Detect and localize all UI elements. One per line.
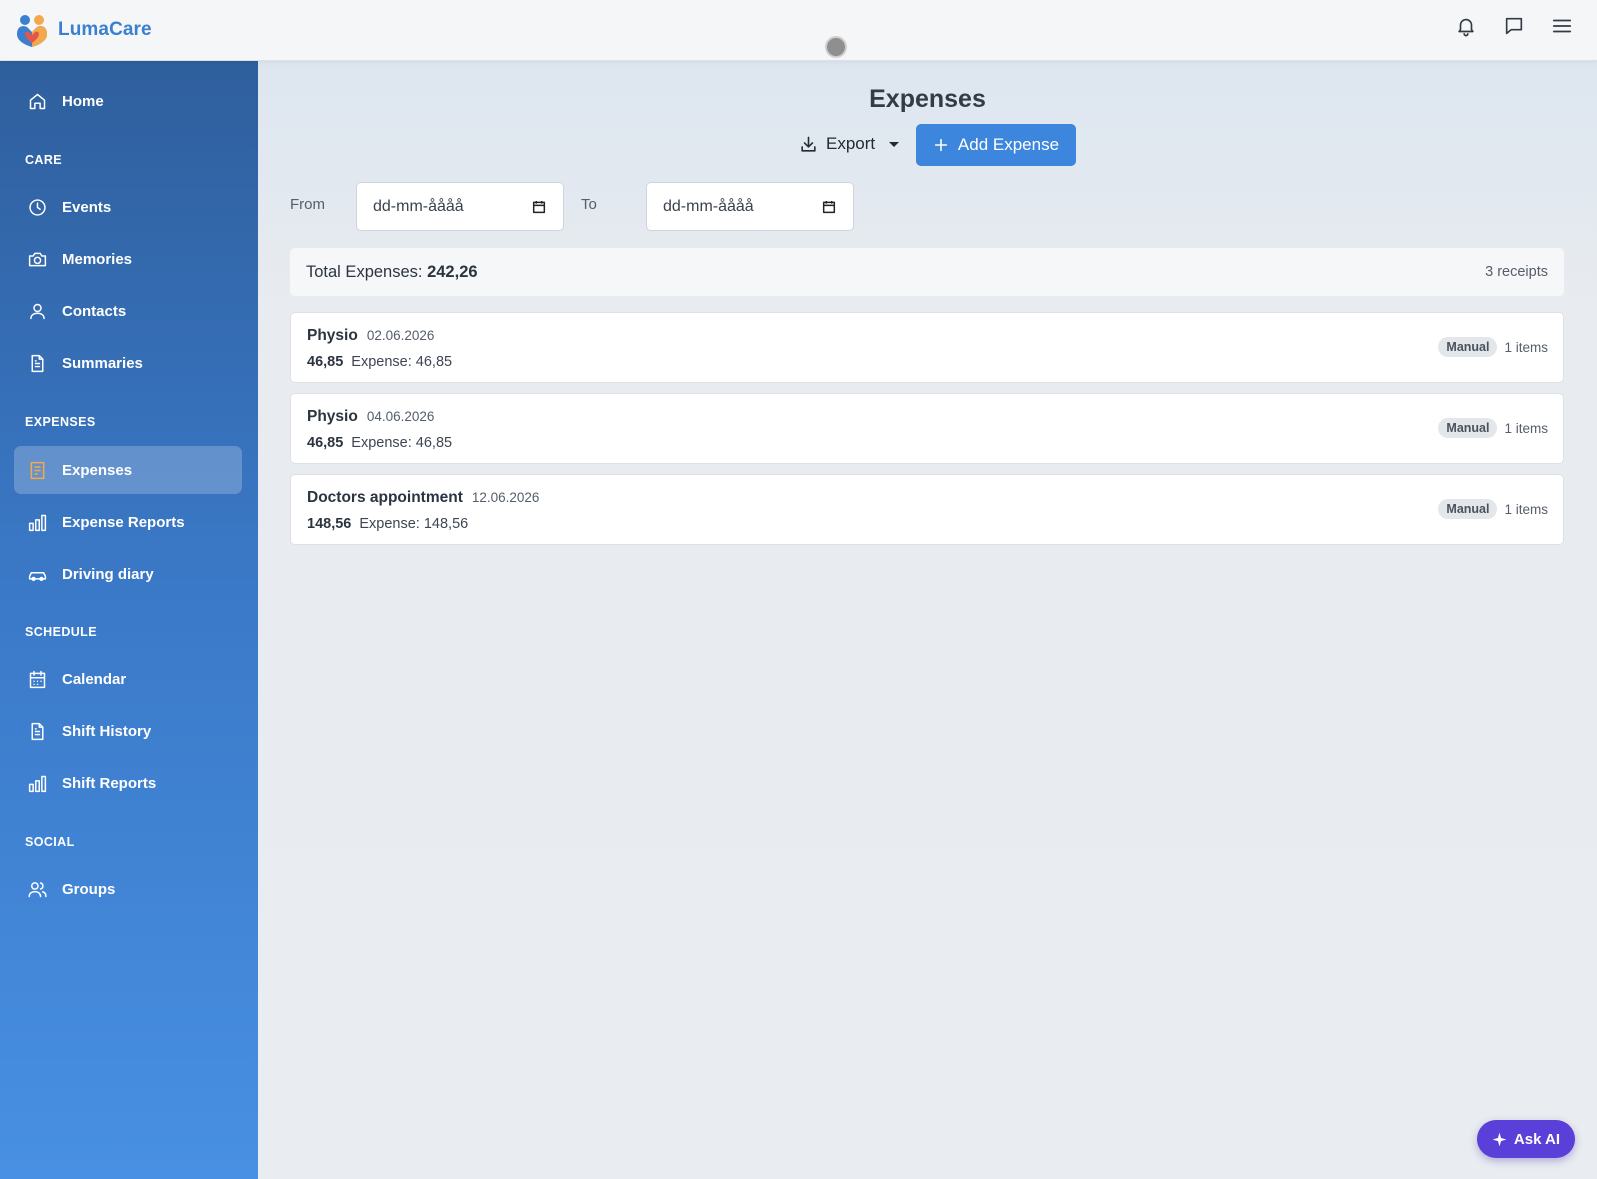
items-count: 1 items xyxy=(1504,339,1548,355)
source-badge: Manual xyxy=(1438,499,1498,519)
section-care: CARE xyxy=(25,153,63,167)
export-label: Export xyxy=(826,134,876,153)
expense-detail: Expense: 148,56 xyxy=(359,516,469,532)
ask-ai-label: Ask AI xyxy=(1513,1130,1561,1148)
expenses-summary: Total Expenses: 242,26 3 receipts xyxy=(290,248,1564,296)
from-label: From xyxy=(290,196,325,213)
page-title: Expenses xyxy=(869,85,986,113)
sidebar-item-label: Contacts xyxy=(62,302,127,320)
sidebar-item-memories[interactable]: Memories xyxy=(14,235,242,283)
expense-card[interactable]: Physio 04.06.2026 46,85 Expense: 46,85 Man… xyxy=(290,393,1564,464)
brand[interactable]: LumaCare xyxy=(14,12,152,48)
expense-detail: Expense: 46,85 xyxy=(351,354,453,370)
bell-icon[interactable] xyxy=(1455,15,1477,37)
sidebar-item-summaries[interactable]: Summaries xyxy=(14,339,242,387)
add-expense-button[interactable]: Add Expense xyxy=(916,124,1076,166)
expense-date: 02.06.2026 xyxy=(366,328,435,343)
receipts-count: 3 receipts xyxy=(1485,264,1548,280)
app-name: LumaCare xyxy=(58,19,152,40)
menu-icon[interactable] xyxy=(1551,15,1573,37)
pointer-cursor xyxy=(825,36,847,58)
sidebar-item-label: Shift History xyxy=(62,722,152,740)
expense-detail: Expense: 46,85 xyxy=(351,435,453,451)
sidebar-item-label: Driving diary xyxy=(62,565,154,583)
source-badge: Manual xyxy=(1438,418,1498,438)
sidebar-item-shift-history[interactable]: Shift History xyxy=(14,707,242,755)
total-expenses-value: 242,26 xyxy=(427,262,478,281)
source-badge: Manual xyxy=(1438,337,1498,357)
bar-chart-icon xyxy=(28,775,47,792)
add-expense-label: Add Expense xyxy=(957,135,1060,154)
sidebar-item-calendar[interactable]: Calendar xyxy=(14,655,242,703)
items-count: 1 items xyxy=(1504,501,1548,517)
sidebar-item-home[interactable]: Home xyxy=(14,77,242,125)
ask-ai-button[interactable]: Ask AI xyxy=(1477,1120,1575,1158)
chat-icon[interactable] xyxy=(1503,15,1525,37)
users-icon xyxy=(28,881,47,897)
sidebar-item-events[interactable]: Events xyxy=(14,183,242,231)
bar-chart-icon xyxy=(28,514,47,531)
sidebar-item-label: Calendar xyxy=(62,670,127,688)
person-icon xyxy=(30,303,45,319)
receipt-icon xyxy=(30,461,45,479)
document-icon xyxy=(31,722,44,740)
sidebar-item-driving-diary[interactable]: Driving diary xyxy=(14,550,242,598)
section-expenses: EXPENSES xyxy=(25,415,96,429)
expense-amount: 148,56 xyxy=(307,516,352,532)
sidebar-item-shift-reports[interactable]: Shift Reports xyxy=(14,759,242,807)
clock-icon xyxy=(29,198,46,216)
export-button[interactable]: Export xyxy=(793,125,905,163)
to-date-value: dd-mm-åååå xyxy=(663,197,754,215)
sidebar-item-label: Expenses xyxy=(62,461,133,479)
calendar-icon[interactable] xyxy=(821,199,837,215)
car-icon xyxy=(28,571,47,581)
main-content: Expenses Export Add Expense From dd-mm-å… xyxy=(258,61,1597,1179)
camera-icon xyxy=(28,252,47,266)
sidebar-item-label: Home xyxy=(62,92,104,110)
items-count: 1 items xyxy=(1504,420,1548,436)
expense-title: Doctors appointment xyxy=(307,489,463,506)
home-icon xyxy=(29,93,46,109)
sidebar-item-label: Events xyxy=(62,198,112,216)
sidebar-item-label: Memories xyxy=(62,250,133,268)
section-schedule: SCHEDULE xyxy=(25,625,97,639)
total-expenses-label: Total Expenses: xyxy=(306,262,423,281)
top-bar: LumaCare xyxy=(0,0,1597,61)
expense-title: Physio xyxy=(307,327,358,344)
sidebar-item-label: Expense Reports xyxy=(62,513,185,531)
expense-date: 12.06.2026 xyxy=(471,490,540,505)
sidebar-item-label: Summaries xyxy=(62,354,143,372)
expense-card[interactable]: Physio 02.06.2026 46,85 Expense: 46,85 Man… xyxy=(290,312,1564,383)
sidebar-item-expense-reports[interactable]: Expense Reports xyxy=(14,498,242,546)
to-date-input[interactable]: dd-mm-åååå xyxy=(646,182,854,231)
plus-icon xyxy=(934,138,948,152)
sidebar-item-groups[interactable]: Groups xyxy=(14,865,242,913)
sidebar: Home CARE Events Memories Contacts Summa… xyxy=(0,61,258,1179)
sidebar-item-label: Groups xyxy=(62,880,116,898)
lumacare-logo-icon xyxy=(17,15,47,47)
sidebar-item-contacts[interactable]: Contacts xyxy=(14,287,242,335)
expense-card[interactable]: Doctors appointment 12.06.2026 148,56 Expe… xyxy=(290,474,1564,545)
expense-date: 04.06.2026 xyxy=(366,409,435,424)
calendar-icon xyxy=(29,670,46,688)
sidebar-item-expenses[interactable]: Expenses xyxy=(14,446,242,494)
expense-amount: 46,85 xyxy=(307,435,344,451)
sparkle-icon xyxy=(1492,1132,1507,1146)
document-icon xyxy=(31,354,44,372)
sidebar-item-label: Shift Reports xyxy=(62,774,157,792)
section-social: SOCIAL xyxy=(25,835,75,849)
from-date-value: dd-mm-åååå xyxy=(373,197,464,215)
from-date-input[interactable]: dd-mm-åååå xyxy=(356,182,564,231)
to-label: To xyxy=(581,196,597,213)
caret-down-icon xyxy=(889,141,900,147)
calendar-icon[interactable] xyxy=(531,199,547,215)
expense-amount: 46,85 xyxy=(307,354,344,370)
expense-title: Physio xyxy=(307,408,358,425)
download-icon xyxy=(801,136,816,152)
